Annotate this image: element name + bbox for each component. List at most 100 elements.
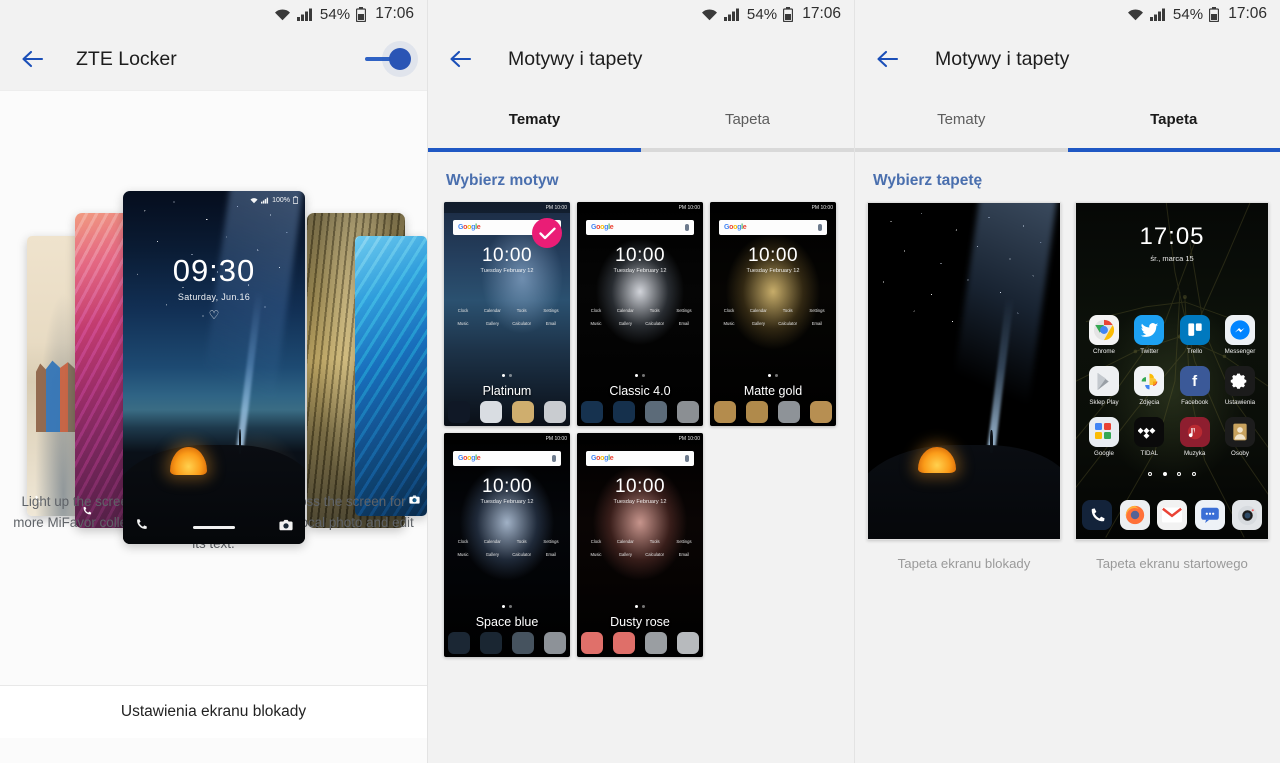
thumb-app: Gallery bbox=[479, 550, 505, 557]
thumb-date: Tuesday February 12 bbox=[480, 499, 534, 505]
camera-icon[interactable] bbox=[1232, 500, 1262, 530]
thumb-app-label: Music bbox=[457, 552, 469, 557]
theme-card[interactable]: PM 10:00 Google 10:00 Tuesday February 1… bbox=[577, 202, 703, 426]
section-title-wallpaper: Wybierz tapetę bbox=[855, 152, 1280, 202]
google-logo-icon: Google bbox=[591, 455, 614, 462]
thumb-app: Settings bbox=[804, 306, 830, 313]
facebook-icon: f bbox=[1179, 366, 1210, 396]
zte-locker-toggle[interactable] bbox=[365, 48, 411, 70]
app-facebook[interactable]: f Facebook bbox=[1175, 366, 1215, 406]
back-arrow-icon[interactable] bbox=[16, 42, 50, 76]
homescreen-app-row: Sklep Play Zdjęcia f Facebook Ustawienia bbox=[1084, 366, 1260, 406]
page-dot bbox=[1191, 472, 1196, 476]
section-title-themes: Wybierz motyw bbox=[428, 152, 854, 202]
homescreen-wallpaper-thumb[interactable]: 17:05 śr., marca 15 Chrome Twitter Trell… bbox=[1075, 202, 1269, 540]
messages-icon[interactable] bbox=[1194, 500, 1225, 530]
app-tidal[interactable]: TIDAL bbox=[1129, 417, 1169, 457]
camera-icon[interactable] bbox=[279, 518, 293, 536]
thumb-date: Tuesday February 12 bbox=[746, 268, 800, 274]
app-label: Chrome bbox=[1092, 348, 1115, 355]
person-silhouette bbox=[989, 429, 993, 454]
app-label: Zdjęcia bbox=[1139, 399, 1160, 406]
lockscreen-settings-button[interactable]: Ustawienia ekranu blokady bbox=[0, 685, 427, 738]
wallpaper-item-lockscreen: Tapeta ekranu blokady bbox=[867, 202, 1061, 571]
tab-tematy[interactable]: Tematy bbox=[855, 90, 1068, 148]
theme-card[interactable]: PM 10:00 Google 10:00 Tuesday February 1… bbox=[710, 202, 836, 426]
thumb-app-label: Tools bbox=[516, 539, 527, 544]
thumb-app: Tools bbox=[642, 537, 668, 544]
app-play-store[interactable]: Sklep Play bbox=[1084, 366, 1124, 406]
back-arrow-icon[interactable] bbox=[871, 42, 905, 76]
page-dot bbox=[1148, 472, 1153, 476]
thumb-app-label: Email bbox=[678, 552, 690, 557]
homescreen-app-grid: Chrome Twitter Trello Messenger Sklep Pl… bbox=[1084, 315, 1260, 468]
app-twitter[interactable]: Twitter bbox=[1129, 315, 1169, 355]
carousel-phone-5[interactable] bbox=[355, 236, 427, 516]
tab-tapeta[interactable]: Tapeta bbox=[641, 90, 854, 148]
app-messenger[interactable]: Messenger bbox=[1220, 315, 1260, 355]
thumb-app-label: Clock bbox=[590, 308, 602, 313]
thumb-time: 10:00 bbox=[614, 245, 666, 266]
thumb-date: Tuesday February 12 bbox=[613, 268, 667, 274]
thumb-app-label: Email bbox=[545, 552, 557, 557]
firefox-icon[interactable] bbox=[1119, 500, 1150, 530]
lockscreen-carousel[interactable]: 100% 09:30 Saturday, Jun.16 ♡ bbox=[0, 91, 427, 544]
app-music[interactable]: Muzyka bbox=[1175, 417, 1215, 457]
tab-active-indicator bbox=[1067, 148, 1280, 152]
thumb-app-label: Clock bbox=[457, 308, 469, 313]
tab-tapeta[interactable]: Tapeta bbox=[1068, 90, 1280, 148]
back-arrow-icon[interactable] bbox=[444, 42, 478, 76]
thumb-status-bar: PM 10:00 bbox=[577, 202, 703, 213]
thumb-status-bar: PM 10:00 bbox=[444, 202, 570, 213]
thumb-app-label: Settings bbox=[543, 308, 559, 313]
app-google-folder[interactable]: Google bbox=[1084, 417, 1124, 457]
app-bar-middle: Motywy i tapety bbox=[428, 28, 854, 90]
heart-icon: ♡ bbox=[208, 307, 220, 322]
app-contacts[interactable]: Osoby bbox=[1220, 417, 1260, 457]
app-label: Twitter bbox=[1140, 348, 1159, 355]
theme-name: Matte gold bbox=[743, 384, 803, 398]
thumb-clock: 10:00 Tuesday February 12 bbox=[577, 477, 703, 505]
thumb-app-label: Settings bbox=[676, 308, 692, 313]
thumb-app: Calendar bbox=[479, 537, 505, 544]
page-dots bbox=[444, 364, 570, 382]
theme-name: Classic 4.0 bbox=[609, 384, 671, 398]
theme-card[interactable]: PM 10:00 Google 10:00 Tuesday February 1… bbox=[444, 433, 570, 657]
thumb-status-bar: PM 10:00 bbox=[577, 433, 703, 444]
page-dots bbox=[577, 364, 703, 382]
phone-icon[interactable] bbox=[135, 518, 148, 536]
theme-card[interactable]: PM 10:00 Google 10:00 Tuesday February 1… bbox=[444, 202, 570, 426]
thumb-app: Calculator bbox=[642, 319, 668, 326]
app-label: Messenger bbox=[1224, 348, 1256, 355]
thumb-date: Tuesday February 12 bbox=[480, 268, 534, 274]
thumb-dock bbox=[714, 400, 832, 424]
theme-card[interactable]: PM 10:00 Google 10:00 Tuesday February 1… bbox=[577, 433, 703, 657]
app-trello[interactable]: Trello bbox=[1175, 315, 1215, 355]
homescreen-dock bbox=[1082, 497, 1262, 533]
carousel-phone-main[interactable]: 100% 09:30 Saturday, Jun.16 ♡ bbox=[123, 191, 305, 544]
app-photos[interactable]: Zdjęcia bbox=[1129, 366, 1169, 406]
mic-icon bbox=[685, 224, 689, 231]
thumb-status-time: PM 10:00 bbox=[545, 204, 567, 211]
thumb-app-label: Calculator bbox=[512, 552, 532, 557]
thumb-app-label: Settings bbox=[543, 539, 559, 544]
thumb-app-label: Music bbox=[457, 321, 469, 326]
thumb-app-row: Clock Calendar Tools Settings bbox=[450, 306, 564, 313]
thumb-app: Music bbox=[583, 550, 609, 557]
thumb-app: Email bbox=[538, 319, 564, 326]
thumb-app-label: Calendar bbox=[483, 308, 501, 313]
tidal-icon bbox=[1134, 417, 1165, 447]
lockscreen-wallpaper-thumb[interactable] bbox=[867, 202, 1061, 540]
thumb-time: 10:00 bbox=[481, 245, 533, 266]
gmail-icon[interactable] bbox=[1157, 500, 1187, 530]
thumb-date: Tuesday February 12 bbox=[613, 499, 667, 505]
phone-icon[interactable] bbox=[1082, 500, 1112, 530]
thumb-app: Gallery bbox=[745, 319, 771, 326]
thumb-app-row: Music Gallery Calculator Email bbox=[450, 550, 564, 557]
app-chrome[interactable]: Chrome bbox=[1084, 315, 1124, 355]
tab-tematy[interactable]: Tematy bbox=[428, 90, 641, 148]
page-dot-active bbox=[1162, 472, 1167, 476]
google-logo-icon: Google bbox=[591, 224, 614, 231]
twitter-icon bbox=[1134, 315, 1165, 345]
app-settings[interactable]: Ustawienia bbox=[1220, 366, 1260, 406]
